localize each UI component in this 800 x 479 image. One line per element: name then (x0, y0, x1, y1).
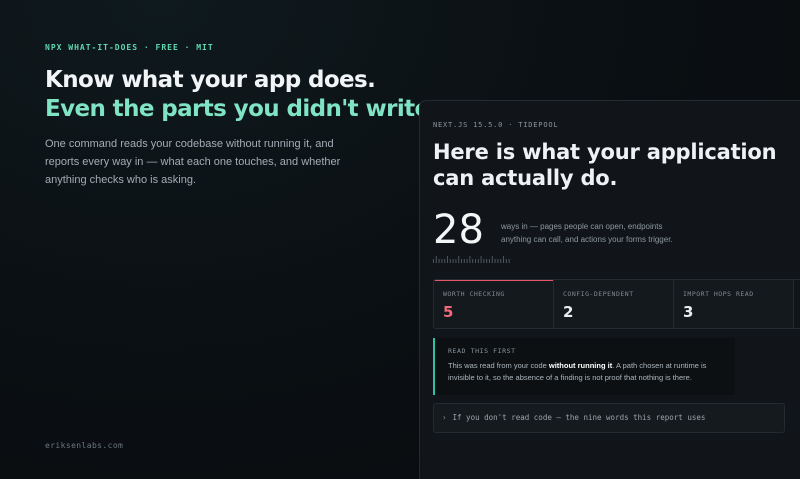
tick-mark (461, 259, 462, 263)
tick-mark (438, 259, 440, 263)
tick-mark (458, 256, 460, 263)
stat-value: 2 (563, 303, 574, 321)
stat-label: CONFIG-DEPENDENT (563, 290, 634, 298)
hero-title-line-1: Know what your app does. (45, 67, 376, 93)
footer-link[interactable]: eriksenlabs.com (45, 441, 123, 450)
stat-label: IMPORT HOPS READ (683, 290, 754, 298)
tick-mark (472, 259, 474, 263)
tick-mark (463, 259, 465, 263)
tick-mark (433, 259, 434, 263)
stat-value: 3 (683, 303, 694, 321)
tick-mark (483, 259, 485, 263)
hero-eyebrow: NPX WHAT-IT-DOES · FREE · MIT (45, 43, 214, 52)
note-text-emphasis: without running it (548, 361, 613, 370)
note-text-start: This was read from your code (448, 361, 549, 370)
panel-title: Here is what your application can actual… (433, 140, 777, 190)
tick-mark (503, 256, 504, 263)
note-label: READ THIS FIRST (448, 347, 516, 355)
tick-mark (489, 259, 490, 263)
note-text: This was read from your code without run… (448, 360, 722, 384)
stats-row: WORTH CHECKING 5 CONFIG-DEPENDENT 2 IMPO… (433, 279, 800, 329)
stat-value: 5 (443, 303, 454, 321)
stat-label: WORTH CHECKING (443, 290, 505, 298)
tick-mark (452, 259, 454, 263)
chevron-right-icon: › (442, 413, 447, 422)
stat-import-hops-read[interactable]: IMPORT HOPS READ 3 (674, 280, 794, 328)
tick-mark (449, 259, 451, 263)
glossary-disclosure-label: If you don't read code — the nine words … (452, 413, 706, 422)
hero-title: Know what your app does. Even the parts … (45, 66, 438, 124)
tick-strip (433, 256, 510, 263)
ways-in-count: 28 (433, 207, 484, 253)
tick-mark (477, 259, 479, 263)
tick-mark (491, 256, 493, 263)
ways-in-description: ways in — pages people can open, endpoin… (501, 222, 673, 244)
tick-mark (505, 259, 507, 263)
tick-mark (447, 256, 448, 263)
report-panel: NEXT.JS 15.5.0 · TIDEPOOL Here is what y… (419, 100, 800, 479)
tick-mark (497, 259, 499, 263)
stat-config-dependent[interactable]: CONFIG-DEPENDENT 2 (554, 280, 674, 328)
tick-mark (455, 259, 457, 263)
tick-mark (494, 259, 496, 263)
tick-mark (475, 259, 476, 263)
tick-mark (508, 259, 510, 263)
tick-mark (441, 259, 443, 263)
panel-eyebrow: NEXT.JS 15.5.0 · TIDEPOOL (433, 121, 559, 129)
hero-subtitle: One command reads your codebase without … (45, 138, 341, 186)
stat-worth-checking[interactable]: WORTH CHECKING 5 (434, 280, 554, 328)
tick-mark (466, 259, 468, 263)
tick-mark (444, 259, 446, 263)
hero-title-line-2: Even the parts you didn't write. (45, 96, 438, 122)
glossary-disclosure[interactable]: › If you don't read code — the nine words… (433, 403, 785, 433)
tick-mark (500, 259, 502, 263)
read-this-first-note: READ THIS FIRST This was read from your … (433, 338, 735, 395)
tick-mark (486, 259, 488, 263)
tick-mark (480, 256, 482, 263)
tick-mark (469, 256, 471, 263)
tick-mark (435, 256, 437, 263)
